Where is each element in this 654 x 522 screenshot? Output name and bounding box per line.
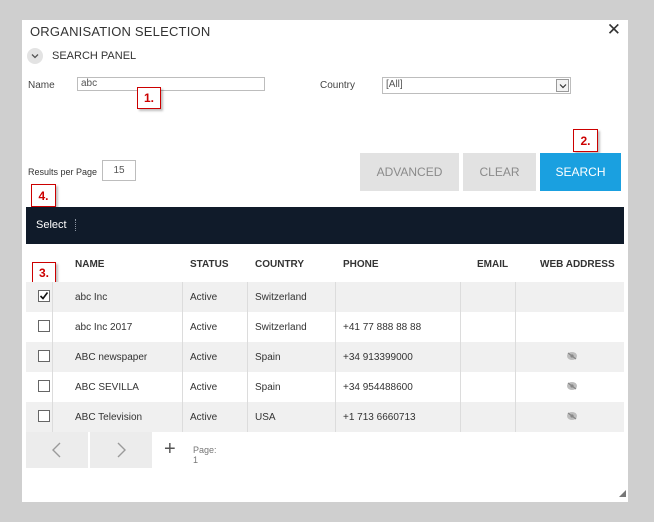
column-divider <box>182 342 183 372</box>
cell-country: Switzerland <box>255 322 307 333</box>
table-row[interactable]: ABC Television Active USA +1 713 6660713 <box>26 402 624 432</box>
previous-page-button[interactable] <box>26 432 88 468</box>
column-divider <box>335 402 336 432</box>
column-divider <box>460 342 461 372</box>
column-divider <box>515 342 516 372</box>
cell-country: Spain <box>255 352 281 363</box>
search-panel-label[interactable]: SEARCH PANEL <box>52 50 136 62</box>
column-divider <box>460 312 461 342</box>
column-divider <box>247 342 248 372</box>
column-divider <box>182 312 183 342</box>
cell-name: ABC newspaper <box>75 352 148 363</box>
cell-status: Active <box>190 382 218 393</box>
plus-icon[interactable]: + <box>164 438 176 461</box>
country-select[interactable]: [All] <box>382 77 571 94</box>
cell-status: Active <box>190 292 218 303</box>
row-checkbox[interactable] <box>38 290 50 302</box>
column-header-phone[interactable]: PHONE <box>343 259 379 270</box>
column-header-country[interactable]: COUNTRY <box>255 259 304 270</box>
annotation-marker-2: 2. <box>573 129 598 152</box>
chevron-down-icon[interactable] <box>556 79 569 92</box>
cell-name: ABC SEVILLA <box>75 382 139 393</box>
organisation-selection-dialog: ORGANISATION SELECTION ✕ SEARCH PANEL Na… <box>22 20 628 502</box>
column-divider <box>182 372 183 402</box>
checkmark-icon <box>39 292 49 300</box>
column-divider <box>335 312 336 342</box>
column-divider <box>247 312 248 342</box>
column-divider <box>515 372 516 402</box>
cell-country: Switzerland <box>255 292 307 303</box>
column-divider <box>182 282 183 312</box>
annotation-marker-1: 1. <box>137 87 161 109</box>
cell-name: abc Inc <box>75 292 108 303</box>
chevron-left-icon <box>52 442 61 458</box>
country-label: Country <box>320 80 356 91</box>
results-per-page-input[interactable]: 15 <box>102 160 136 181</box>
annotation-marker-4: 4. <box>31 184 56 207</box>
grid-toolbar: Select <box>26 207 624 244</box>
column-divider <box>460 402 461 432</box>
column-header-email[interactable]: EMAIL <box>477 259 508 270</box>
cell-name: abc Inc 2017 <box>75 322 133 333</box>
row-checkbox[interactable] <box>38 380 50 392</box>
column-header-web-address[interactable]: WEB ADDRESS <box>540 259 615 270</box>
cell-phone: +1 713 6660713 <box>343 412 416 423</box>
column-divider <box>247 402 248 432</box>
name-label: Name <box>28 80 55 91</box>
column-divider <box>515 402 516 432</box>
cell-phone: +34 954488600 <box>343 382 413 393</box>
results-per-page-label: Results per Page <box>28 167 98 177</box>
advanced-button[interactable]: ADVANCED <box>360 153 459 191</box>
column-divider <box>52 312 53 342</box>
country-select-value: [All] <box>386 79 403 90</box>
column-header-name[interactable]: NAME <box>75 259 104 270</box>
column-divider <box>182 402 183 432</box>
clear-button[interactable]: CLEAR <box>463 153 536 191</box>
select-button[interactable]: Select <box>36 219 76 231</box>
cell-country: Spain <box>255 382 281 393</box>
column-divider <box>52 282 53 312</box>
cell-status: Active <box>190 352 218 363</box>
cell-phone: +34 913399000 <box>343 352 413 363</box>
column-divider <box>460 282 461 312</box>
search-button[interactable]: SEARCH <box>540 153 621 191</box>
cell-phone: +41 77 888 88 88 <box>343 322 422 333</box>
web-link-icon[interactable] <box>566 350 578 365</box>
column-divider <box>247 372 248 402</box>
column-divider <box>515 282 516 312</box>
cell-country: USA <box>255 412 276 423</box>
table-row[interactable]: abc Inc Active Switzerland <box>26 282 624 312</box>
row-checkbox[interactable] <box>38 410 50 422</box>
table-row[interactable]: ABC newspaper Active Spain +34 913399000 <box>26 342 624 372</box>
grid-header: NAME STATUS COUNTRY PHONE EMAIL WEB ADDR… <box>26 244 624 283</box>
name-input[interactable]: abc <box>77 77 265 91</box>
chevron-right-icon <box>117 442 126 458</box>
table-row[interactable]: ABC SEVILLA Active Spain +34 954488600 <box>26 372 624 402</box>
cell-status: Active <box>190 412 218 423</box>
column-divider <box>460 372 461 402</box>
column-divider <box>52 342 53 372</box>
page-indicator: Page: 1 <box>193 445 217 465</box>
dialog-title: ORGANISATION SELECTION <box>30 24 211 39</box>
web-link-icon[interactable] <box>566 410 578 425</box>
resize-handle-icon[interactable] <box>619 488 626 500</box>
column-divider <box>52 372 53 402</box>
column-header-status[interactable]: STATUS <box>190 259 229 270</box>
column-divider <box>52 402 53 432</box>
cell-status: Active <box>190 322 218 333</box>
cell-name: ABC Television <box>75 412 143 423</box>
column-divider <box>247 282 248 312</box>
column-divider <box>335 372 336 402</box>
table-row[interactable]: abc Inc 2017 Active Switzerland +41 77 888 … <box>26 312 624 342</box>
row-checkbox[interactable] <box>38 350 50 362</box>
column-divider <box>335 282 336 312</box>
close-icon[interactable]: ✕ <box>607 21 621 39</box>
web-link-icon[interactable] <box>566 380 578 395</box>
next-page-button[interactable] <box>90 432 152 468</box>
chevron-down-icon[interactable] <box>27 48 43 64</box>
column-divider <box>515 312 516 342</box>
row-checkbox[interactable] <box>38 320 50 332</box>
column-divider <box>335 342 336 372</box>
